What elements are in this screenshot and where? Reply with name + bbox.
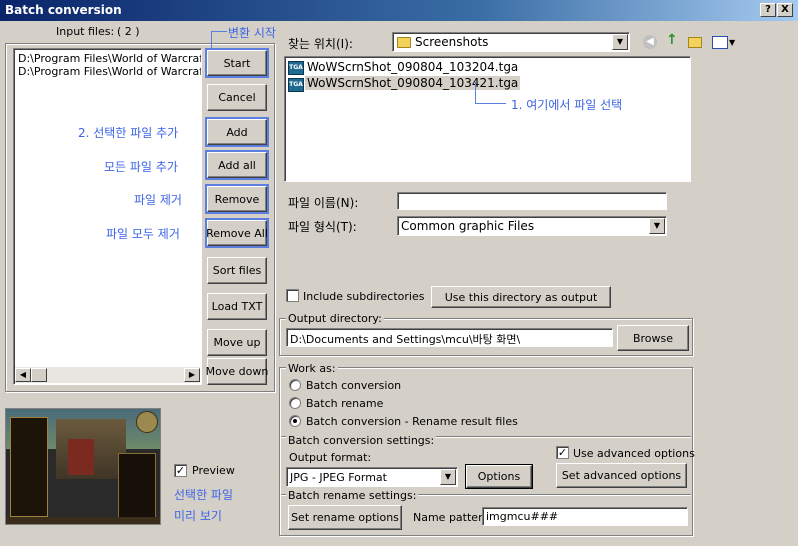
look-in-combo[interactable]: Screenshots ▼ — [392, 32, 630, 52]
output-format-combo[interactable]: JPG - JPEG Format ▼ — [286, 467, 458, 487]
input-file-list[interactable]: D:\Program Files\World of Warcraft\Sc D:… — [13, 48, 202, 385]
output-directory-input[interactable]: D:\Documents and Settings\mcu\바탕 화면\ — [286, 328, 613, 347]
work-as-label: Work as: — [286, 362, 338, 375]
rename-settings-label: Batch rename settings: — [286, 489, 419, 502]
scroll-left-icon[interactable]: ◀ — [15, 368, 31, 382]
use-directory-button[interactable]: Use this directory as output — [431, 286, 611, 308]
advanced-options-checkbox[interactable]: ✓ — [556, 446, 569, 459]
radio-batch-conversion-label: Batch conversion — [306, 379, 402, 392]
annotation-start: 변환 시작 — [228, 26, 276, 40]
annotation-preview-line2: 미리 보기 — [174, 509, 222, 523]
options-button[interactable]: Options — [465, 464, 533, 489]
list-item[interactable]: D:\Program Files\World of Warcraft\Sc — [18, 65, 201, 78]
scroll-thumb[interactable] — [31, 368, 47, 382]
conversion-settings-label: Batch conversion settings: — [286, 434, 437, 447]
move-up-button[interactable]: Move up — [207, 329, 267, 356]
radio-batch-conversion-rename-label: Batch conversion - Rename result files — [306, 415, 518, 428]
preview-thumbnail — [5, 408, 161, 525]
preview-checkbox[interactable]: ✓ — [174, 464, 187, 477]
tga-file-icon: TGA — [288, 78, 304, 92]
annotation-select-connector — [475, 82, 506, 104]
move-down-button[interactable]: Move down — [206, 358, 268, 385]
radio-batch-rename[interactable] — [289, 397, 301, 409]
up-folder-icon[interactable]: ↑ — [666, 33, 680, 49]
output-format-label: Output format: — [289, 451, 372, 464]
file-item-name[interactable]: WoWScrnShot_090804_103204.tga — [307, 60, 518, 74]
annotation-select: 1. 여기에서 파일 선택 — [511, 98, 623, 112]
chevron-down-icon[interactable]: ▼ — [440, 469, 456, 485]
radio-batch-rename-label: Batch rename — [306, 397, 384, 410]
radio-batch-conversion-rename[interactable] — [289, 415, 301, 427]
name-pattern-input[interactable]: imgmcu### — [482, 507, 688, 526]
window-title: Batch conversion — [5, 3, 122, 17]
title-bar: Batch conversion — [0, 0, 798, 21]
load-txt-button[interactable]: Load TXT — [207, 293, 267, 320]
remove-button[interactable]: Remove — [205, 184, 269, 214]
input-files-label: Input files: — [56, 25, 115, 38]
include-subdirs-checkbox[interactable] — [286, 289, 299, 302]
help-button[interactable]: ? — [760, 3, 776, 17]
annotation-add: 2. 선택한 파일 추가 — [78, 126, 179, 140]
close-button[interactable]: X — [777, 3, 793, 17]
tga-file-icon: TGA — [288, 61, 304, 75]
horizontal-scrollbar[interactable]: ◀ ▶ — [15, 367, 200, 383]
remove-all-button[interactable]: Remove All — [205, 218, 269, 248]
add-button[interactable]: Add — [205, 117, 269, 147]
filename-input[interactable] — [397, 192, 667, 210]
filename-label: 파일 이름(N): — [288, 196, 359, 210]
sort-files-button[interactable]: Sort files — [207, 257, 267, 284]
set-rename-options-button[interactable]: Set rename options — [288, 505, 402, 530]
filetype-combo[interactable]: Common graphic Files ▼ — [397, 216, 667, 236]
view-menu-chevron-icon[interactable]: ▼ — [729, 38, 735, 47]
add-all-button[interactable]: Add all — [205, 150, 269, 180]
filetype-label: 파일 형식(T): — [288, 220, 357, 234]
output-directory-label: Output directory: — [286, 312, 384, 325]
chevron-down-icon[interactable]: ▼ — [649, 218, 665, 234]
set-advanced-options-button[interactable]: Set advanced options — [556, 463, 687, 488]
annotation-remove: 파일 제거 — [134, 193, 182, 207]
advanced-options-label: Use advanced options — [573, 447, 695, 460]
input-files-count: ( 2 ) — [117, 25, 140, 38]
scroll-right-icon[interactable]: ▶ — [184, 368, 200, 382]
radio-batch-conversion[interactable] — [289, 379, 301, 391]
look-in-label: 찾는 위치(I): — [288, 37, 353, 51]
new-folder-icon[interactable] — [688, 37, 702, 48]
annotation-remove-all: 파일 모두 제거 — [106, 227, 180, 241]
start-button[interactable]: Start — [205, 48, 269, 78]
chevron-down-icon[interactable]: ▼ — [612, 34, 628, 50]
list-item[interactable]: D:\Program Files\World of Warcraft\Sc — [18, 52, 201, 65]
folder-icon — [397, 37, 411, 48]
include-subdirs-label: Include subdirectories — [303, 290, 425, 303]
cancel-button[interactable]: Cancel — [207, 84, 267, 111]
output-format-value: JPG - JPEG Format — [290, 471, 387, 484]
view-menu-icon[interactable] — [712, 36, 728, 49]
back-icon[interactable]: ◀ — [643, 35, 657, 49]
annotation-preview-line1: 선택한 파일 — [174, 488, 234, 502]
annotation-add-all: 모든 파일 추가 — [104, 160, 178, 174]
look-in-value: Screenshots — [415, 35, 489, 49]
browse-button[interactable]: Browse — [617, 325, 689, 351]
file-browser-list[interactable]: TGA WoWScrnShot_090804_103204.tga TGA Wo… — [284, 56, 691, 182]
filetype-value: Common graphic Files — [401, 219, 535, 233]
preview-checkbox-label: Preview — [192, 464, 235, 477]
annotation-start-connector — [211, 31, 227, 48]
